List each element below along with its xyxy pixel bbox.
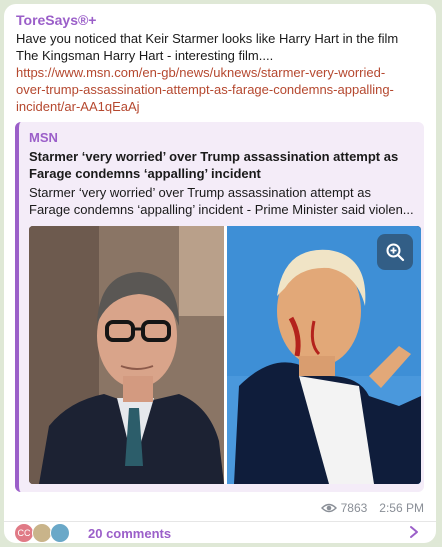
preview-title-line: Starmer ‘very worried’ over Trump assass… xyxy=(29,149,399,164)
preview-site-name: MSN xyxy=(29,130,58,145)
avatar: CC xyxy=(14,523,34,543)
message-meta: 7863 2:56 PM xyxy=(320,501,424,515)
zoom-in-icon xyxy=(386,243,405,262)
view-count: 7863 xyxy=(340,501,368,515)
preview-description-line: Farage condemns ‘appalling’ incident - P… xyxy=(29,202,414,217)
preview-description: Starmer ‘very worried’ over Trump assass… xyxy=(29,184,421,218)
message-bubble: ToreSays®+ Have you noticed that Keir St… xyxy=(4,4,436,543)
eye-icon xyxy=(320,503,337,513)
article-link[interactable]: incident/ar-AA1qEaAj xyxy=(16,98,426,115)
link-preview[interactable]: MSN Starmer ‘very worried’ over Trump as… xyxy=(15,122,424,492)
preview-description-line: Starmer ‘very worried’ over Trump assass… xyxy=(29,185,371,200)
message-line: The Kingsman Harry Hart - interesting fi… xyxy=(16,48,274,63)
zoom-in-button[interactable] xyxy=(377,234,413,270)
article-link[interactable]: https://www.msn.com/en-gb/news/uknews/st… xyxy=(16,64,426,81)
avatar-initials: CC xyxy=(17,528,31,538)
comments-count[interactable]: 20 comments xyxy=(88,526,171,541)
message-line: Have you noticed that Keir Starmer looks… xyxy=(16,31,399,46)
avatar xyxy=(32,523,52,543)
avatar xyxy=(50,523,70,543)
preview-title-line: Farage condemns ‘appalling’ incident xyxy=(29,166,261,181)
article-link[interactable]: over-trump-assassination-attempt-as-fara… xyxy=(16,81,426,98)
message-text: Have you noticed that Keir Starmer looks… xyxy=(16,30,426,115)
preview-image[interactable] xyxy=(29,226,421,484)
sender-name[interactable]: ToreSays®+ xyxy=(16,12,97,28)
chevron-right-icon[interactable] xyxy=(408,525,420,539)
preview-title: Starmer ‘very worried’ over Trump assass… xyxy=(29,148,421,182)
message-time: 2:56 PM xyxy=(379,501,424,515)
comments-bar[interactable]: CC 20 comments xyxy=(4,522,436,543)
preview-image-art xyxy=(29,226,421,484)
